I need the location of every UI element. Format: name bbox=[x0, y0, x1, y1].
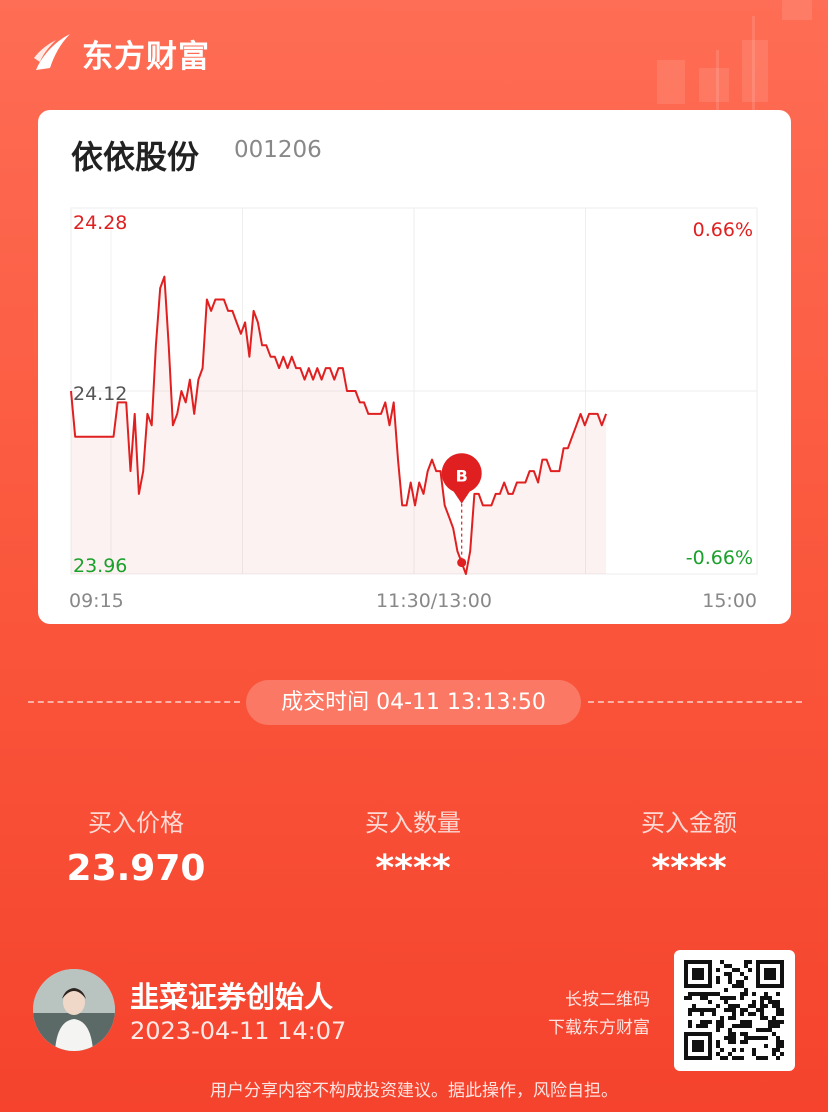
bg-candle bbox=[657, 60, 685, 104]
bg-candle-wick bbox=[716, 50, 719, 110]
share-timestamp: 2023-04-11 14:07 bbox=[130, 1017, 347, 1045]
brand-name: 东方财富 bbox=[82, 38, 210, 75]
pct-label-bottom: -0.66% bbox=[686, 547, 753, 569]
stat-buy-amount: 买入金额 **** bbox=[579, 803, 799, 889]
x-axis-labels: 09:15 11:30/13:00 15:00 bbox=[69, 590, 757, 612]
y-axis-right-labels: 0.66% -0.66% bbox=[686, 219, 753, 569]
stat-label: 买入价格 bbox=[88, 809, 184, 837]
buy-marker-dot bbox=[457, 558, 467, 568]
x-tick-label-close: 15:00 bbox=[702, 590, 757, 612]
qr-hint: 长按二维码 下载东方财富 bbox=[548, 986, 650, 1042]
divider-left bbox=[28, 701, 240, 703]
avatar bbox=[33, 969, 115, 1051]
intraday-price-chart: 24.28 24.12 23.96 0.66% -0.66% 09:15 11:… bbox=[69, 207, 758, 612]
bg-candle bbox=[699, 68, 729, 102]
qr-code[interactable] bbox=[674, 950, 795, 1071]
pct-label-top: 0.66% bbox=[693, 219, 753, 241]
bg-candle-wick bbox=[752, 16, 755, 110]
avatar-image bbox=[33, 969, 115, 1051]
trade-time-pill: 成交时间 04-11 13:13:50 bbox=[246, 680, 581, 725]
qr-hint-line2: 下载东方财富 bbox=[548, 1018, 650, 1038]
buy-marker-label: B bbox=[456, 467, 468, 486]
stat-value: **** bbox=[651, 848, 727, 889]
stock-chart-card: 依依股份 001206 24.28 24.12 23.96 0.66% -0.6… bbox=[38, 110, 791, 624]
stat-value: **** bbox=[375, 848, 451, 889]
y-tick-label-mid: 24.12 bbox=[73, 383, 127, 405]
bg-candle bbox=[742, 40, 768, 102]
bg-candle bbox=[782, 0, 812, 20]
y-tick-label-bottom: 23.96 bbox=[73, 555, 127, 577]
brand-logo: 东方财富 bbox=[32, 30, 210, 76]
eastmoney-logo-icon bbox=[34, 34, 70, 70]
stat-label: 买入数量 bbox=[365, 809, 461, 837]
disclaimer: 用户分享内容不构成投资建议。据此操作，风险自担。 bbox=[210, 1081, 618, 1101]
user-name: 韭菜证券创始人 bbox=[130, 980, 334, 1014]
stat-buy-quantity: 买入数量 **** bbox=[303, 803, 523, 889]
divider-right bbox=[588, 701, 802, 703]
y-tick-label-top: 24.28 bbox=[73, 212, 127, 234]
x-tick-label-open: 09:15 bbox=[69, 590, 124, 612]
x-tick-label-midday: 11:30/13:00 bbox=[376, 590, 492, 612]
stat-label: 买入金额 bbox=[641, 809, 737, 837]
qr-hint-line1: 长按二维码 bbox=[565, 990, 650, 1010]
stat-buy-price: 买入价格 23.970 bbox=[26, 803, 246, 889]
stat-value: 23.970 bbox=[66, 848, 206, 889]
qr-code-icon bbox=[684, 960, 784, 1060]
